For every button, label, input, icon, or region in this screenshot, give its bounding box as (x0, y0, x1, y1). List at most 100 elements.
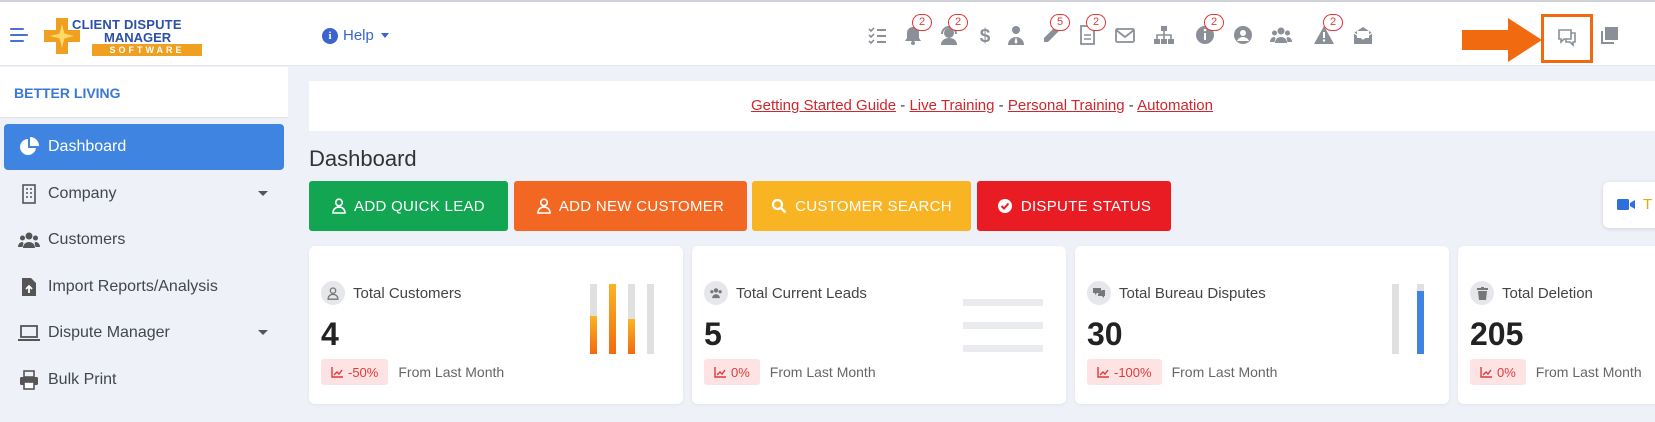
warning-badge: 2 (1323, 14, 1343, 31)
stat-card-total-current-leads[interactable]: Total Current Leads 5 0% From Last Month (692, 246, 1066, 404)
button-label: ADD QUICK LEAD (354, 197, 485, 215)
change-value: -50% (348, 364, 379, 380)
separator: - (900, 97, 906, 114)
trash-icon (1470, 281, 1494, 305)
page-title: Dashboard (309, 146, 417, 171)
info-badge: 2 (1204, 14, 1224, 31)
customer-search-button[interactable]: CUSTOMER SEARCH (752, 181, 971, 231)
info-icon[interactable]: 2 (1194, 14, 1224, 46)
warning-icon[interactable]: 2 (1313, 14, 1343, 46)
edit-pen-icon[interactable]: 5 (1040, 14, 1070, 46)
card-value: 205 (1470, 316, 1524, 352)
change-note: From Last Month (769, 364, 876, 380)
mini-bar-fill (1417, 291, 1424, 354)
separator: - (998, 97, 1004, 114)
sidebar-item-import-reports[interactable]: Import Reports/Analysis (4, 264, 284, 310)
card-value: 4 (321, 316, 339, 352)
trend-chart-icon (331, 366, 343, 378)
mail-open-icon[interactable] (1352, 24, 1374, 46)
add-new-customer-button[interactable]: ADD NEW CUSTOMER (514, 181, 747, 231)
mini-bar (1417, 284, 1424, 354)
document-badge: 2 (1086, 14, 1106, 31)
envelope-icon[interactable] (1114, 24, 1136, 46)
help-menu[interactable]: i Help (322, 27, 389, 44)
mini-bar (628, 284, 635, 354)
help-label: Help (343, 27, 374, 44)
bell-icon[interactable]: 2 (902, 14, 932, 46)
mini-bar (609, 284, 616, 354)
users-icon (704, 281, 728, 305)
tasks-icon[interactable] (866, 24, 888, 46)
mini-bar (1392, 284, 1399, 354)
card-value: 5 (704, 316, 722, 352)
mini-bar (647, 284, 654, 354)
separator: - (1128, 97, 1134, 114)
org-chart-icon[interactable] (1153, 24, 1175, 46)
placeholder-line (963, 322, 1043, 329)
logo-text-line3: SOFTWARE (92, 44, 202, 56)
change-note: From Last Month (1171, 364, 1278, 380)
users-group-icon[interactable] (1270, 24, 1292, 46)
trend-chart-icon (714, 366, 726, 378)
sidebar: BETTER LIVING Dashboard Company Customer… (0, 67, 288, 422)
logo-text-line2: MANAGER (104, 30, 172, 45)
sidebar-item-customers[interactable]: Customers (4, 217, 284, 263)
edit-badge: 5 (1050, 14, 1070, 31)
placeholder-line (963, 345, 1043, 352)
mini-bar-fill (628, 319, 635, 354)
printer-icon (18, 369, 40, 391)
svg-text:$: $ (980, 26, 991, 46)
dispute-status-button[interactable]: DISPUTE STATUS (977, 181, 1171, 231)
automation-link[interactable]: Automation (1137, 97, 1213, 114)
sidebar-item-dashboard[interactable]: Dashboard (4, 124, 284, 170)
change-value: 0% (1497, 364, 1516, 380)
change-note: From Last Month (398, 364, 505, 380)
sidebar-item-dispute-manager[interactable]: Dispute Manager (4, 310, 284, 356)
sidebar-item-bulk-print[interactable]: Bulk Print (4, 357, 284, 403)
chevron-down-icon (380, 33, 389, 38)
sidebar-item-label: Company (48, 185, 117, 202)
button-label: ADD NEW CUSTOMER (558, 197, 725, 215)
getting-started-link[interactable]: Getting Started Guide (751, 97, 896, 114)
file-import-icon (18, 276, 40, 298)
personal-training-link[interactable]: Personal Training (1008, 97, 1125, 114)
menu-toggle-icon[interactable] (10, 28, 28, 42)
chat-bubbles-icon (1087, 281, 1111, 305)
change-value: -100% (1114, 364, 1152, 380)
sidebar-item-label: Bulk Print (48, 371, 117, 388)
users-icon (18, 229, 40, 251)
sidebar-item-company[interactable]: Company (4, 171, 284, 217)
add-quick-lead-button[interactable]: ADD QUICK LEAD (309, 181, 508, 231)
stat-card-total-customers[interactable]: Total Customers 4 -50% From Last Month (309, 246, 683, 404)
sidebar-item-label: Dispute Manager (48, 324, 170, 341)
trend-chart-icon (1097, 366, 1109, 378)
support-agent-icon[interactable]: 2 (938, 14, 968, 46)
copy-windows-icon[interactable] (1598, 24, 1620, 46)
user-tie-icon[interactable] (1005, 24, 1027, 46)
document-icon[interactable]: 2 (1076, 14, 1106, 46)
laptop-icon (18, 322, 40, 344)
dollar-icon[interactable]: $ (974, 24, 996, 47)
info-circle-icon: i (322, 27, 338, 44)
change-note: From Last Month (1535, 364, 1642, 380)
user-outline-icon (321, 281, 345, 305)
pie-chart-icon (18, 136, 40, 158)
chevron-down-icon (258, 191, 268, 196)
organization-name: BETTER LIVING (0, 67, 288, 118)
video-training-tab[interactable]: T (1603, 182, 1655, 228)
user-outline-icon (537, 198, 551, 214)
sidebar-item-label: Import Reports/Analysis (48, 278, 218, 295)
chat-highlight-box (1541, 14, 1593, 63)
live-training-link[interactable]: Live Training (909, 97, 994, 114)
globe-user-icon[interactable] (1232, 24, 1254, 46)
mini-bar-fill (609, 284, 616, 354)
app-logo[interactable]: CLIENT DISPUTE MANAGER SOFTWARE (42, 14, 204, 58)
card-title: Total Customers (353, 284, 462, 302)
placeholder-line (963, 299, 1043, 306)
stat-card-total-deletion[interactable]: Total Deletion 205 0% From Last Month (1458, 246, 1655, 404)
notification-badge: 2 (912, 14, 932, 31)
button-label: DISPUTE STATUS (1020, 197, 1152, 215)
chevron-down-icon (258, 330, 268, 335)
stat-card-total-bureau-disputes[interactable]: Total Bureau Disputes 30 -100% From Last… (1075, 246, 1449, 404)
sidebar-item-label: Dashboard (48, 138, 127, 155)
